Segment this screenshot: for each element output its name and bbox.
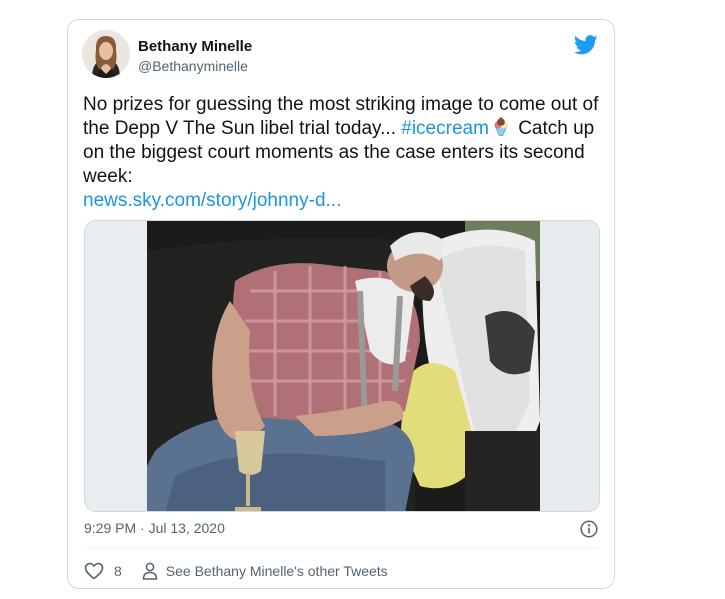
like-count: 8 — [114, 563, 122, 579]
author-handle[interactable]: @Bethanyminelle — [138, 58, 248, 74]
hashtag-link[interactable]: #icecream — [401, 118, 489, 139]
person-icon[interactable] — [142, 562, 158, 580]
avatar[interactable] — [82, 30, 130, 78]
tweet-timestamp[interactable]: 9:29 PM · Jul 13, 2020 — [84, 520, 225, 536]
info-icon[interactable] — [580, 520, 598, 538]
ice-cream-emoji-icon — [494, 117, 508, 136]
divider — [84, 548, 598, 549]
author-name[interactable]: Bethany Minelle — [138, 38, 252, 55]
tweet-actions: 8 See Bethany Minelle's other Tweets — [84, 560, 388, 582]
article-link[interactable]: news.sky.com/story/johnny-d... — [83, 190, 341, 211]
tweet-text: No prizes for guessing the most striking… — [83, 93, 603, 213]
twitter-bird-icon[interactable] — [574, 34, 598, 56]
tweet-card: Bethany Minelle @Bethanyminelle No prize… — [67, 19, 615, 589]
heart-icon[interactable] — [84, 562, 104, 580]
see-other-tweets-link[interactable]: See Bethany Minelle's other Tweets — [166, 563, 388, 579]
tweet-image[interactable] — [84, 220, 600, 512]
